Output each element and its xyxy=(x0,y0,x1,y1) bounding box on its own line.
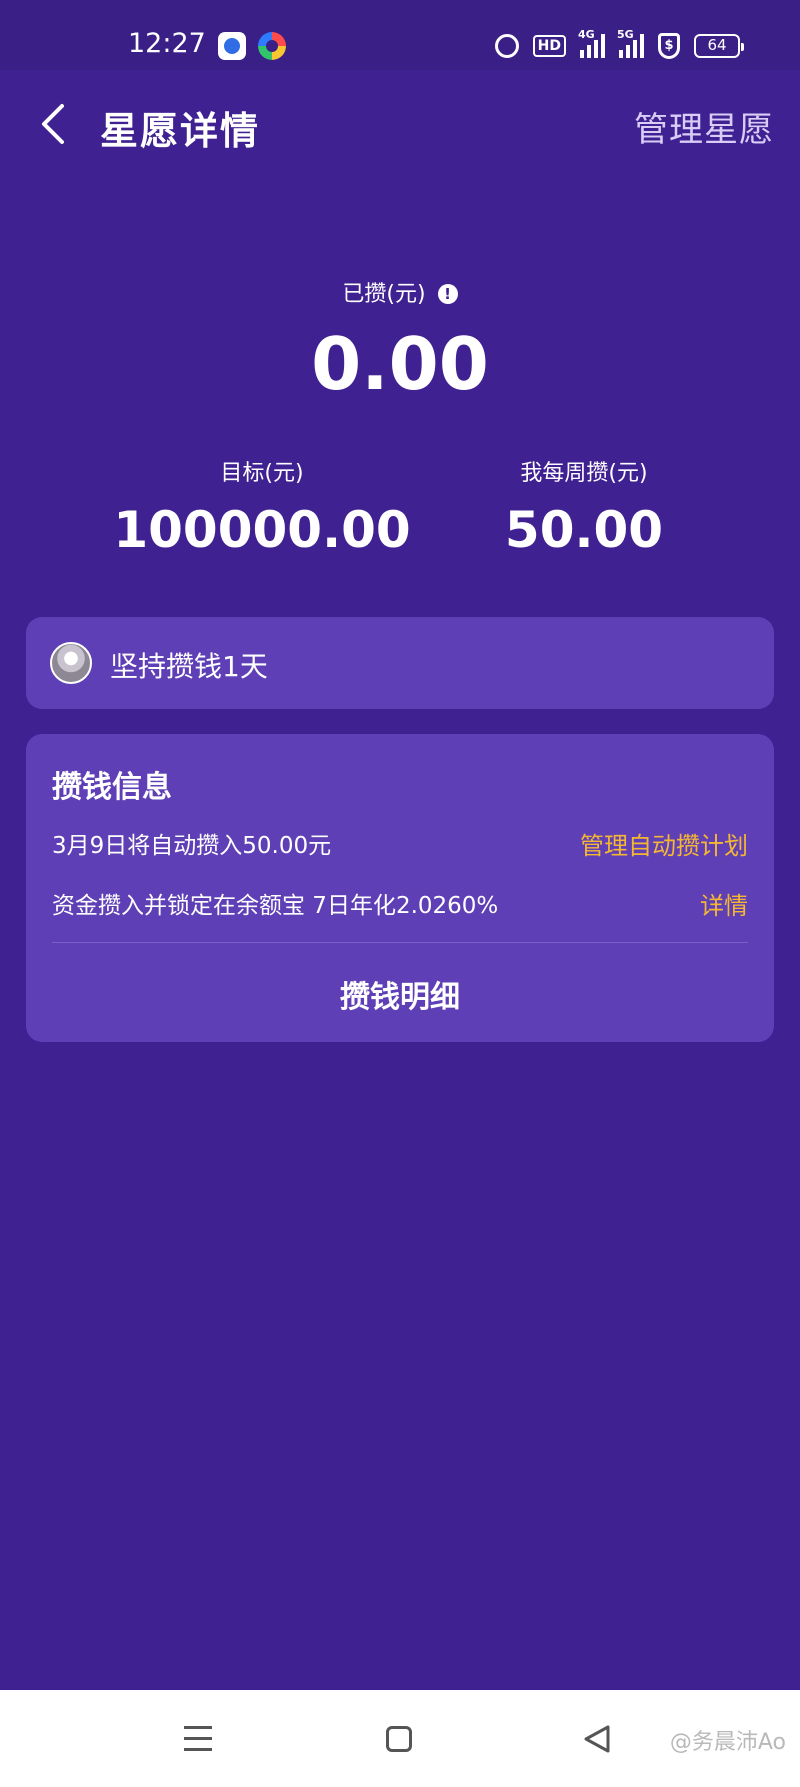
divider xyxy=(52,942,748,943)
battery-icon: 64 xyxy=(694,34,744,58)
lock-info-text: 资金攒入并锁定在余额宝 7日年化2.0260% xyxy=(52,893,499,919)
manage-wish-button[interactable]: 管理星愿 xyxy=(634,102,774,151)
avatar xyxy=(50,642,92,684)
saved-label: 已攒(元) xyxy=(342,282,426,307)
saving-info-card: 攒钱信息 3月9日将自动攒入50.00元 管理自动攒计划 资金攒入并锁定在余额宝… xyxy=(26,734,774,1042)
target-stat: 目标(元) 100000.00 xyxy=(102,455,422,559)
status-icons: HD 4G 5G $ 64 xyxy=(494,28,744,62)
signal-5g-icon: 5G xyxy=(617,28,644,58)
back-arrow-icon[interactable] xyxy=(34,102,74,146)
weekly-label: 我每周攒(元) xyxy=(520,461,648,486)
saving-details-button[interactable]: 攒钱明细 xyxy=(26,972,774,1016)
nav-back-icon[interactable] xyxy=(582,1724,612,1754)
lock-details-link[interactable]: 详情 xyxy=(700,886,748,921)
page-title: 星愿详情 xyxy=(100,109,261,153)
signal-5g-label: 5G xyxy=(617,28,634,41)
auto-save-text: 3月9日将自动攒入50.00元 xyxy=(52,833,332,859)
swirl-app-icon xyxy=(258,32,286,60)
watermark: @务晨沛Ao xyxy=(669,1730,786,1755)
saved-amount: 0.00 xyxy=(311,322,489,406)
status-bar: 12:27 HD 4G 5G $ 64 xyxy=(0,0,800,70)
signal-4g-icon: 4G xyxy=(578,28,605,58)
manage-auto-save-link[interactable]: 管理自动攒计划 xyxy=(580,826,748,861)
menu-icon[interactable] xyxy=(184,1726,212,1752)
saved-label-row: 已攒(元)! xyxy=(0,276,800,308)
status-time: 12:27 xyxy=(128,28,206,59)
home-icon[interactable] xyxy=(386,1726,412,1752)
weekly-amount: 50.00 xyxy=(504,501,664,559)
weekly-stat: 我每周攒(元) 50.00 xyxy=(424,455,744,559)
signal-4g-label: 4G xyxy=(578,28,595,41)
info-icon[interactable]: ! xyxy=(437,284,458,304)
alarm-icon xyxy=(494,34,519,58)
hd-icon: HD xyxy=(532,35,566,57)
target-amount: 100000.00 xyxy=(113,501,411,559)
system-nav-bar: @务晨沛Ao xyxy=(0,1690,800,1787)
saving-info-title: 攒钱信息 xyxy=(52,770,172,805)
streak-card[interactable]: 坚持攒钱1天 xyxy=(26,617,774,709)
shield-icon: $ xyxy=(658,33,680,59)
target-label: 目标(元) xyxy=(220,461,304,486)
baidu-app-icon xyxy=(218,32,246,60)
streak-text: 坚持攒钱1天 xyxy=(110,650,268,683)
